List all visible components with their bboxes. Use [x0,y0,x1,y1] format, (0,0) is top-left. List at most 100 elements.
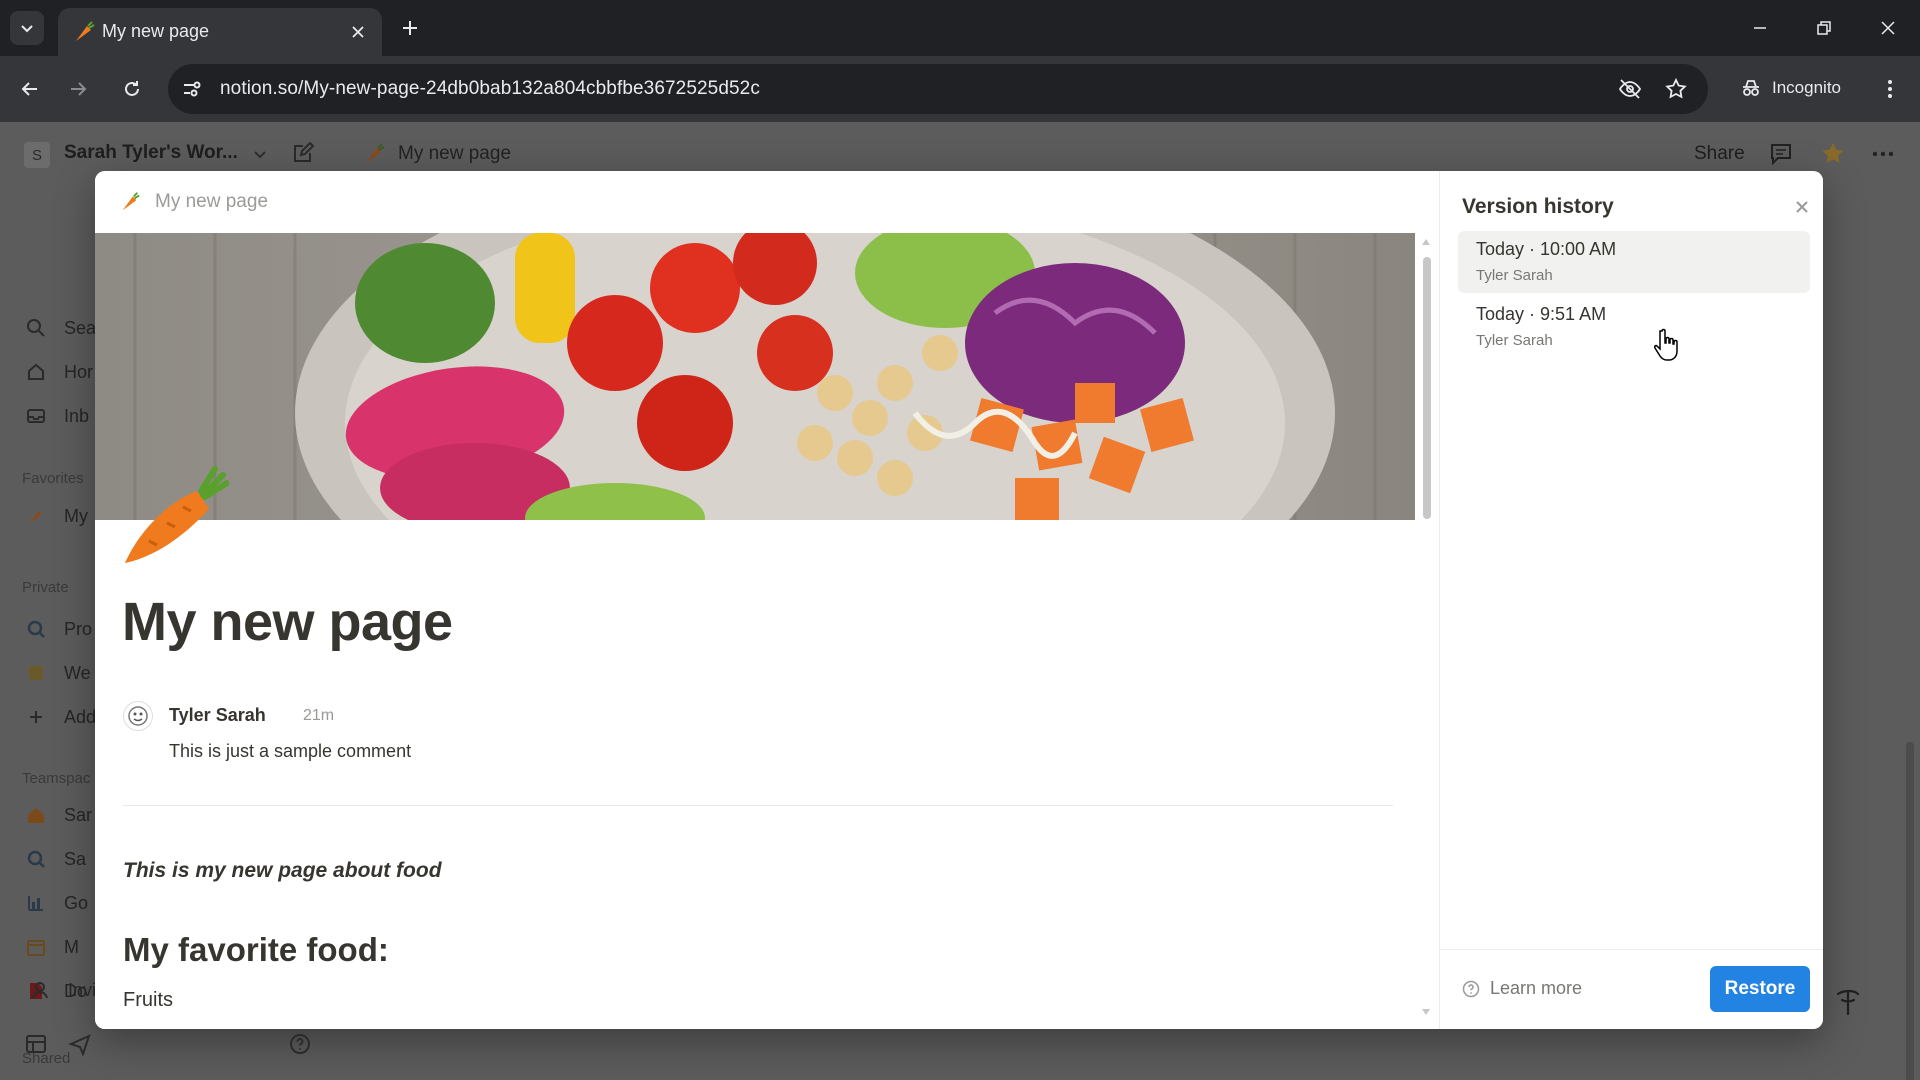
sidebar-item-label: Inb [64,405,90,426]
comment-text: This is just a sample comment [169,741,412,761]
inbox-icon [24,404,48,428]
forward-button[interactable] [62,73,94,105]
learn-more-link[interactable]: Learn more [1462,978,1582,999]
favorites-section-label: Favorites [22,470,84,487]
eye-off-icon[interactable] [1618,77,1642,101]
plus-icon [24,705,48,729]
sidebar-item-label: Hor [64,361,94,382]
scroll-up-icon[interactable] [1422,239,1430,245]
send-icon[interactable] [68,1032,92,1056]
site-settings-icon[interactable] [180,77,204,101]
version-history-panel: Version history Today · 10:00 AM Tyler S… [1439,171,1823,1029]
sidebar-item-teamspace[interactable]: Sar [24,800,96,830]
version-author: Tyler Sarah [1476,332,1553,349]
sidebar-item-label: Sa [64,848,87,869]
sidebar-item-label: My [64,505,88,526]
tab-search-button[interactable] [10,11,44,45]
notion-ai-icon[interactable] [1832,986,1864,1018]
reload-icon [125,81,139,96]
share-button[interactable]: Share [1694,143,1745,165]
preview-header: My new page [119,191,268,213]
incognito-icon [1743,80,1759,96]
sidebar-item-team-3[interactable]: M [24,932,96,962]
minimize-button[interactable] [1728,0,1792,56]
search-doc-icon [24,617,48,641]
restore-window-icon [1817,21,1831,35]
arrow-left-icon [21,82,37,96]
scrollbar-thumb[interactable] [1423,257,1431,519]
tab-title: My new page [102,21,210,41]
bookmark-star-icon[interactable] [1664,77,1688,101]
avatar [123,701,153,731]
restore-button[interactable]: Restore [1710,966,1810,1012]
version-author: Tyler Sarah [1476,267,1553,284]
comment-time: 21m [303,707,335,724]
panel-footer: Learn more Restore [1440,949,1823,1029]
reload-button[interactable] [116,73,148,105]
page-title: My new page [122,592,453,652]
version-item[interactable]: Today · 10:00 AM Tyler Sarah [1458,231,1810,293]
sidebar-item-search[interactable]: Sea [24,313,96,343]
panel-title: Version history [1462,195,1614,218]
preview-header-title: My new page [155,191,269,212]
chart-icon [24,891,48,915]
comment-icon[interactable] [1768,141,1794,167]
sidebar-item-label: Sea [64,317,96,338]
sidebar-item-inbox[interactable]: Inb [24,401,96,431]
sidebar-item-team-2[interactable]: Go [24,888,96,918]
sidebar-item-private-1[interactable]: Pro [24,614,96,644]
new-tab-button[interactable] [396,14,424,42]
house-icon [24,803,48,827]
sidebar-item-private-2[interactable]: We [24,658,96,688]
person-icon [28,978,52,1002]
sidebar-item-label: M [64,936,79,957]
learn-more-label: Learn more [1490,978,1583,998]
private-section-label: Private [22,579,69,596]
page-carrot-icon[interactable] [119,461,229,571]
sidebar-item-label: Add [64,706,96,727]
restore-window-button[interactable] [1792,0,1856,56]
help-icon[interactable] [288,1032,312,1056]
preview-scrollbar[interactable] [1421,233,1431,1029]
sidebar-item-team-1[interactable]: Sa [24,844,96,874]
templates-icon[interactable] [24,1032,48,1056]
more-vertical-icon [1888,80,1892,98]
workspace-avatar[interactable]: S [24,142,50,168]
incognito-indicator[interactable]: Incognito [1728,68,1857,108]
cover-image [95,233,1415,520]
sidebar-item-label: Sar [64,804,93,825]
breadcrumb-page-title[interactable]: My new page [398,143,511,165]
more-horizontal-icon[interactable] [1870,141,1896,167]
hand-cursor-icon [1654,328,1678,361]
chevron-down-icon[interactable] [252,146,268,162]
minimize-icon [1754,27,1766,29]
close-window-button[interactable] [1856,0,1920,56]
app-scrollbar[interactable] [1906,742,1914,1080]
teamspaces-section-label: Teamspac [22,770,91,787]
close-tab-icon[interactable] [346,20,370,44]
sidebar-item-label: Go [64,892,89,913]
url-text[interactable]: notion.so/My-new-page-24db0bab132a804cbb… [220,78,760,100]
search-doc-icon [24,847,48,871]
version-item[interactable]: Today · 9:51 AM Tyler Sarah [1458,296,1810,358]
active-tab[interactable]: My new page [58,8,382,56]
workspace-name[interactable]: Sarah Tyler's Wor... [64,142,238,164]
incognito-label: Incognito [1772,78,1841,97]
back-button[interactable] [14,73,46,105]
address-bar[interactable]: notion.so/My-new-page-24db0bab132a804cbb… [168,64,1708,114]
chevron-down-icon [21,25,33,33]
search-icon [24,316,48,340]
favorite-star-icon[interactable] [1820,141,1846,167]
sidebar: Sea Hor Inb Favorites My Private Pro We … [0,186,96,1080]
scroll-down-icon[interactable] [1422,1009,1430,1015]
sidebar-item-favorite-page[interactable]: My [24,501,96,531]
browser-menu-button[interactable] [1874,73,1906,105]
sidebar-item-add-page[interactable]: Add [24,702,96,732]
close-panel-button[interactable] [1790,195,1814,219]
browser-toolbar: notion.so/My-new-page-24db0bab132a804cbb… [0,56,1920,122]
arrow-right-icon [71,82,87,96]
sidebar-item-home[interactable]: Hor [24,357,96,387]
new-page-icon[interactable] [290,140,316,166]
page-preview: My new page My new page Tyler Sarah 21m … [95,171,1439,1029]
sidebar-item-shared[interactable]: Invi [28,975,96,1005]
